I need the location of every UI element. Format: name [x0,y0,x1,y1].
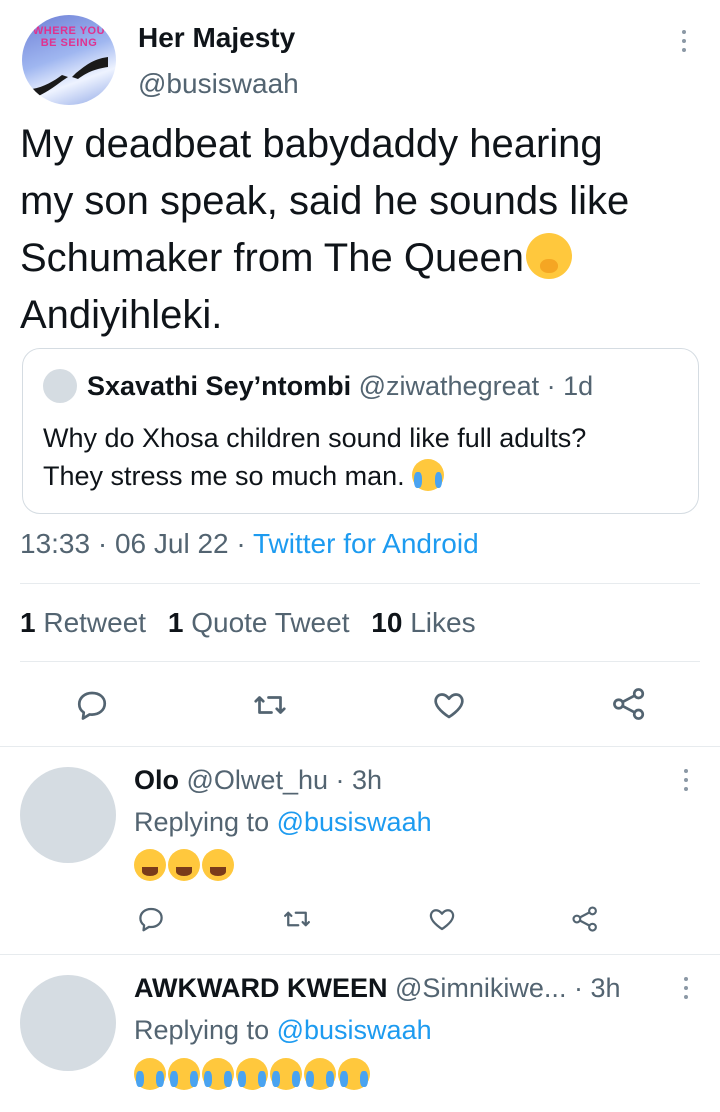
quote-tweets-stat[interactable]: 1 Quote Tweet [168,607,350,638]
share-icon[interactable] [570,904,600,934]
tweet-text: My deadbeat babydaddy hearing my son spe… [20,116,629,344]
face-with-tears-of-joy-emoji [134,849,166,881]
quoted-tweet-text: Why do Xhosa children sound like full ad… [43,419,586,495]
reply-text [134,1058,370,1092]
more-options-icon[interactable] [682,30,688,57]
loudly-crying-face-emoji [202,1058,234,1090]
quoted-author-avatar [43,369,77,403]
reply-text [134,849,234,883]
loudly-crying-face-emoji [270,1058,302,1090]
tweet-text-line: my son speak, said he sounds like [20,179,630,223]
reply-time: · 3h [573,973,621,1003]
avatar-hands-image [32,57,108,99]
likes-stat[interactable]: 10 Likes [371,607,475,638]
tweet-timestamp: 13:33 · 06 Jul 22 · Twitter for Android [20,526,479,562]
quoted-author-name: Sxavathi Sey’ntombi [87,371,352,401]
divider [20,583,700,584]
loudly-crying-face-emoji [412,458,445,491]
replying-to-link[interactable]: @busiswaah [277,1015,432,1045]
tweet-stats: 1 Retweet 1 Quote Tweet 10 Likes [20,604,476,642]
yawning-face-emoji [525,233,572,280]
tweet-source-link[interactable]: Twitter for Android [253,528,479,559]
reply-author-handle[interactable]: @Simnikiwe... [395,973,566,1003]
tweet-date: 06 Jul 22 [114,528,229,559]
reply-author-avatar[interactable] [20,767,116,863]
retweet-icon[interactable] [282,904,312,934]
reply-item[interactable]: Olo @Olwet_hu · 3h Replying to @busiswaa… [0,747,720,954]
divider [20,661,700,662]
reply-author-name[interactable]: AWKWARD KWEEN [134,973,387,1003]
loudly-crying-face-emoji [304,1058,336,1090]
separator: · [236,528,246,559]
quoted-text-line: They stress me so much man. [43,457,586,495]
tweet-text-line: My deadbeat babydaddy hearing [20,122,603,166]
loudly-crying-face-emoji [236,1058,268,1090]
author-display-name[interactable]: Her Majesty [138,20,295,56]
reply-time: · 3h [335,765,383,795]
share-icon[interactable] [610,685,648,723]
quoted-author-line: Sxavathi Sey’ntombi @ziwathegreat · 1d [87,369,593,403]
quoted-tweet-card[interactable]: Sxavathi Sey’ntombi @ziwathegreat · 1d W… [22,348,699,514]
loudly-crying-face-emoji [338,1058,370,1090]
author-handle[interactable]: @busiswaah [138,66,299,102]
face-with-tears-of-joy-emoji [202,849,234,881]
face-with-tears-of-joy-emoji [168,849,200,881]
retweet-icon[interactable] [252,687,288,723]
quoted-author-handle: @ziwathegreat [358,371,540,401]
avatar-logo-text: WHERE YOU BE SEING [32,25,106,49]
reply-author-avatar[interactable] [20,975,116,1071]
replying-to-line: Replying to @busiswaah [134,1015,432,1045]
reply-author-name[interactable]: Olo [134,765,179,795]
tweet-time: 13:33 [20,528,91,559]
reply-icon[interactable] [74,687,110,723]
replying-to-line: Replying to @busiswaah [134,807,432,837]
tweet-text-line: Schumaker from The Queen [20,230,629,287]
like-icon[interactable] [427,904,457,934]
reply-item[interactable]: AWKWARD KWEEN @Simnikiwe... · 3h Replyin… [0,955,720,1112]
loudly-crying-face-emoji [134,1058,166,1090]
more-options-icon[interactable] [684,977,690,1004]
replying-to-link[interactable]: @busiswaah [277,807,432,837]
loudly-crying-face-emoji [168,1058,200,1090]
retweets-stat[interactable]: 1 Retweet [20,607,146,638]
quoted-tweet-time: · 1d [546,371,594,401]
tweet-text-line: Andiyihleki. [20,293,223,337]
reply-author-line: AWKWARD KWEEN @Simnikiwe... · 3h [134,971,621,1005]
author-avatar[interactable]: WHERE YOU BE SEING [22,15,116,105]
reply-author-handle[interactable]: @Olwet_hu [187,765,328,795]
reply-icon[interactable] [136,904,166,934]
separator: · [97,528,108,559]
more-options-icon[interactable] [684,769,690,796]
quoted-text-line: Why do Xhosa children sound like full ad… [43,423,587,453]
reply-author-line: Olo @Olwet_hu · 3h [134,763,382,797]
like-icon[interactable] [430,687,468,723]
